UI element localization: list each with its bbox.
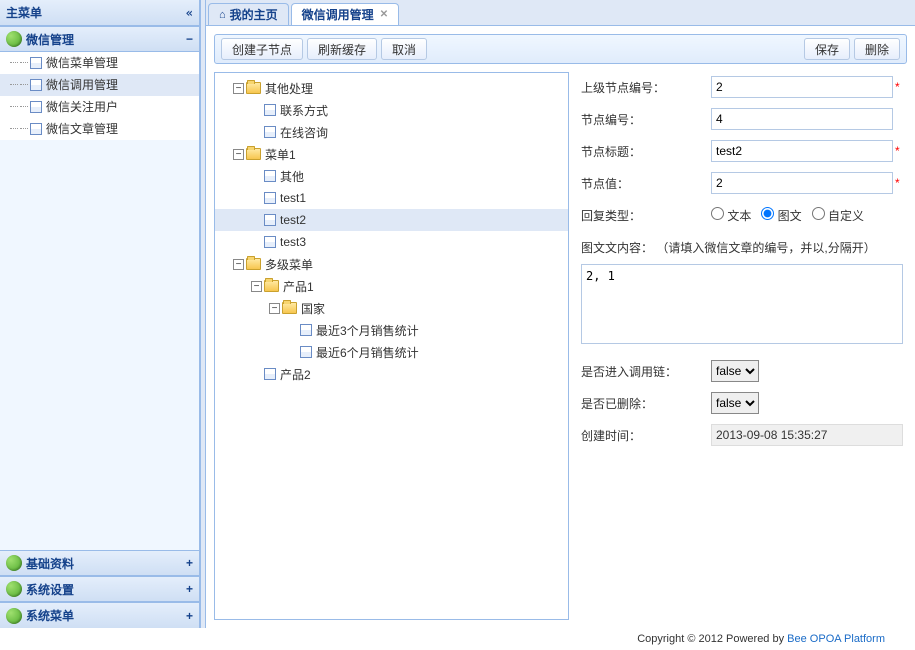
panel-system-settings[interactable]: 系统设置 + bbox=[0, 576, 199, 602]
label-parent-code: 上级节点编号： bbox=[581, 79, 711, 96]
page-icon bbox=[30, 57, 42, 69]
select-enter-chain[interactable]: falsetrue bbox=[711, 360, 759, 382]
tree-folder[interactable]: −多级菜单 bbox=[215, 253, 568, 275]
label-reply-type: 回复类型： bbox=[581, 207, 711, 224]
folder-icon bbox=[282, 302, 297, 314]
tree-leaf[interactable]: 最近6个月销售统计 bbox=[215, 341, 568, 363]
page-icon bbox=[30, 123, 42, 135]
radio-option[interactable]: 图文 bbox=[761, 209, 801, 223]
sidebar-item[interactable]: 微信调用管理 bbox=[0, 74, 199, 96]
module-icon bbox=[6, 581, 22, 597]
input-parent-code[interactable] bbox=[711, 76, 893, 98]
page-icon bbox=[264, 214, 276, 226]
tree-toggle-icon[interactable]: − bbox=[233, 259, 244, 270]
panel-weixin[interactable]: 微信管理 − bbox=[0, 26, 199, 52]
tab[interactable]: 微信调用管理✕ bbox=[291, 3, 399, 25]
page-icon bbox=[264, 192, 276, 204]
sidebar-item[interactable]: 微信关注用户 bbox=[0, 96, 199, 118]
tree-leaf[interactable]: 联系方式 bbox=[215, 99, 568, 121]
tree-folder[interactable]: −其他处理 bbox=[215, 77, 568, 99]
label-content: 图文文内容： （请填入微信文章的编号，并以,分隔开） bbox=[581, 239, 876, 256]
page-icon bbox=[300, 346, 312, 358]
value-created: 2013-09-08 15:35:27 bbox=[711, 424, 903, 446]
radio-option[interactable]: 自定义 bbox=[812, 209, 864, 223]
form-panel: 上级节点编号： * 节点编号： 节点标题： * bbox=[577, 72, 907, 620]
required-mark: * bbox=[895, 144, 903, 158]
sidebar: 主菜单 « 微信管理 − 微信菜单管理微信调用管理微信关注用户微信文章管理 基础… bbox=[0, 0, 200, 628]
required-mark: * bbox=[895, 176, 903, 190]
radio-option[interactable]: 文本 bbox=[711, 209, 751, 223]
panel-collapse-icon[interactable]: − bbox=[186, 32, 193, 46]
label-node-title: 节点标题： bbox=[581, 143, 711, 160]
tree-leaf[interactable]: 最近3个月销售统计 bbox=[215, 319, 568, 341]
delete-button[interactable]: 删除 bbox=[854, 38, 900, 60]
tree-leaf[interactable]: 在线咨询 bbox=[215, 121, 568, 143]
collapse-sidebar-button[interactable]: « bbox=[186, 6, 193, 20]
tree-leaf[interactable]: test2 bbox=[215, 209, 568, 231]
module-icon bbox=[6, 555, 22, 571]
page-icon bbox=[264, 126, 276, 138]
page-icon bbox=[264, 170, 276, 182]
page-icon bbox=[30, 101, 42, 113]
tree-leaf[interactable]: 产品2 bbox=[215, 363, 568, 385]
panel-weixin-body: 微信菜单管理微信调用管理微信关注用户微信文章管理 bbox=[0, 52, 199, 140]
close-icon[interactable]: ✕ bbox=[380, 9, 388, 20]
textarea-content[interactable] bbox=[581, 264, 903, 344]
tree-leaf[interactable]: test1 bbox=[215, 187, 568, 209]
tab[interactable]: ⌂我的主页 bbox=[208, 3, 289, 25]
sidebar-title: 主菜单 bbox=[6, 4, 42, 21]
tree-toggle-icon[interactable]: − bbox=[233, 149, 244, 160]
sidebar-header: 主菜单 « bbox=[0, 0, 199, 26]
select-deleted[interactable]: falsetrue bbox=[711, 392, 759, 414]
panel-expand-icon[interactable]: + bbox=[186, 582, 193, 596]
page-icon bbox=[264, 236, 276, 248]
footer-link[interactable]: Bee OPOA Platform bbox=[787, 633, 885, 645]
page-icon bbox=[264, 368, 276, 380]
tree-panel: −其他处理联系方式在线咨询−菜单1其他test1test2test3−多级菜单−… bbox=[214, 72, 569, 620]
label-enter-chain: 是否进入调用链： bbox=[581, 363, 711, 380]
tree-leaf[interactable]: test3 bbox=[215, 231, 568, 253]
input-node-code[interactable] bbox=[711, 108, 893, 130]
refresh-cache-button[interactable]: 刷新缓存 bbox=[307, 38, 377, 60]
save-button[interactable]: 保存 bbox=[804, 38, 850, 60]
tree-toggle-icon[interactable]: − bbox=[269, 303, 280, 314]
tree-leaf[interactable]: 其他 bbox=[215, 165, 568, 187]
page-icon bbox=[264, 104, 276, 116]
create-child-button[interactable]: 创建子节点 bbox=[221, 38, 303, 60]
tree-folder[interactable]: −国家 bbox=[215, 297, 568, 319]
tree-toggle-icon[interactable]: − bbox=[233, 83, 244, 94]
tabs-strip: ⌂我的主页微信调用管理✕ bbox=[206, 0, 915, 26]
panel-expand-icon[interactable]: + bbox=[186, 556, 193, 570]
required-mark: * bbox=[895, 80, 903, 94]
module-icon bbox=[6, 31, 22, 47]
tree-folder[interactable]: −产品1 bbox=[215, 275, 568, 297]
panel-base[interactable]: 基础资料 + bbox=[0, 550, 199, 576]
radio-reply-type: 文本 图文 自定义 bbox=[711, 207, 874, 224]
home-icon: ⌂ bbox=[219, 9, 226, 21]
panel-expand-icon[interactable]: + bbox=[186, 609, 193, 623]
label-deleted: 是否已删除： bbox=[581, 395, 711, 412]
sidebar-item[interactable]: 微信菜单管理 bbox=[0, 52, 199, 74]
toolbar: 创建子节点 刷新缓存 取消 保存 删除 bbox=[214, 34, 907, 64]
content: ⌂我的主页微信调用管理✕ 创建子节点 刷新缓存 取消 保存 删除 −其他处理联系… bbox=[206, 0, 915, 628]
cancel-button[interactable]: 取消 bbox=[381, 38, 427, 60]
tree-toggle-icon[interactable]: − bbox=[251, 281, 262, 292]
folder-icon bbox=[246, 148, 261, 160]
label-created: 创建时间： bbox=[581, 427, 711, 444]
panel-system-menu[interactable]: 系统菜单 + bbox=[0, 602, 199, 628]
footer: Copyright © 2012 Powered by Bee OPOA Pla… bbox=[0, 628, 915, 650]
label-node-code: 节点编号： bbox=[581, 111, 711, 128]
label-node-value: 节点值： bbox=[581, 175, 711, 192]
sidebar-item[interactable]: 微信文章管理 bbox=[0, 118, 199, 140]
page-icon bbox=[30, 79, 42, 91]
tree-folder[interactable]: −菜单1 bbox=[215, 143, 568, 165]
page-icon bbox=[300, 324, 312, 336]
input-node-title[interactable] bbox=[711, 140, 893, 162]
folder-icon bbox=[246, 258, 261, 270]
input-node-value[interactable] bbox=[711, 172, 893, 194]
folder-icon bbox=[264, 280, 279, 292]
module-icon bbox=[6, 608, 22, 624]
folder-icon bbox=[246, 82, 261, 94]
